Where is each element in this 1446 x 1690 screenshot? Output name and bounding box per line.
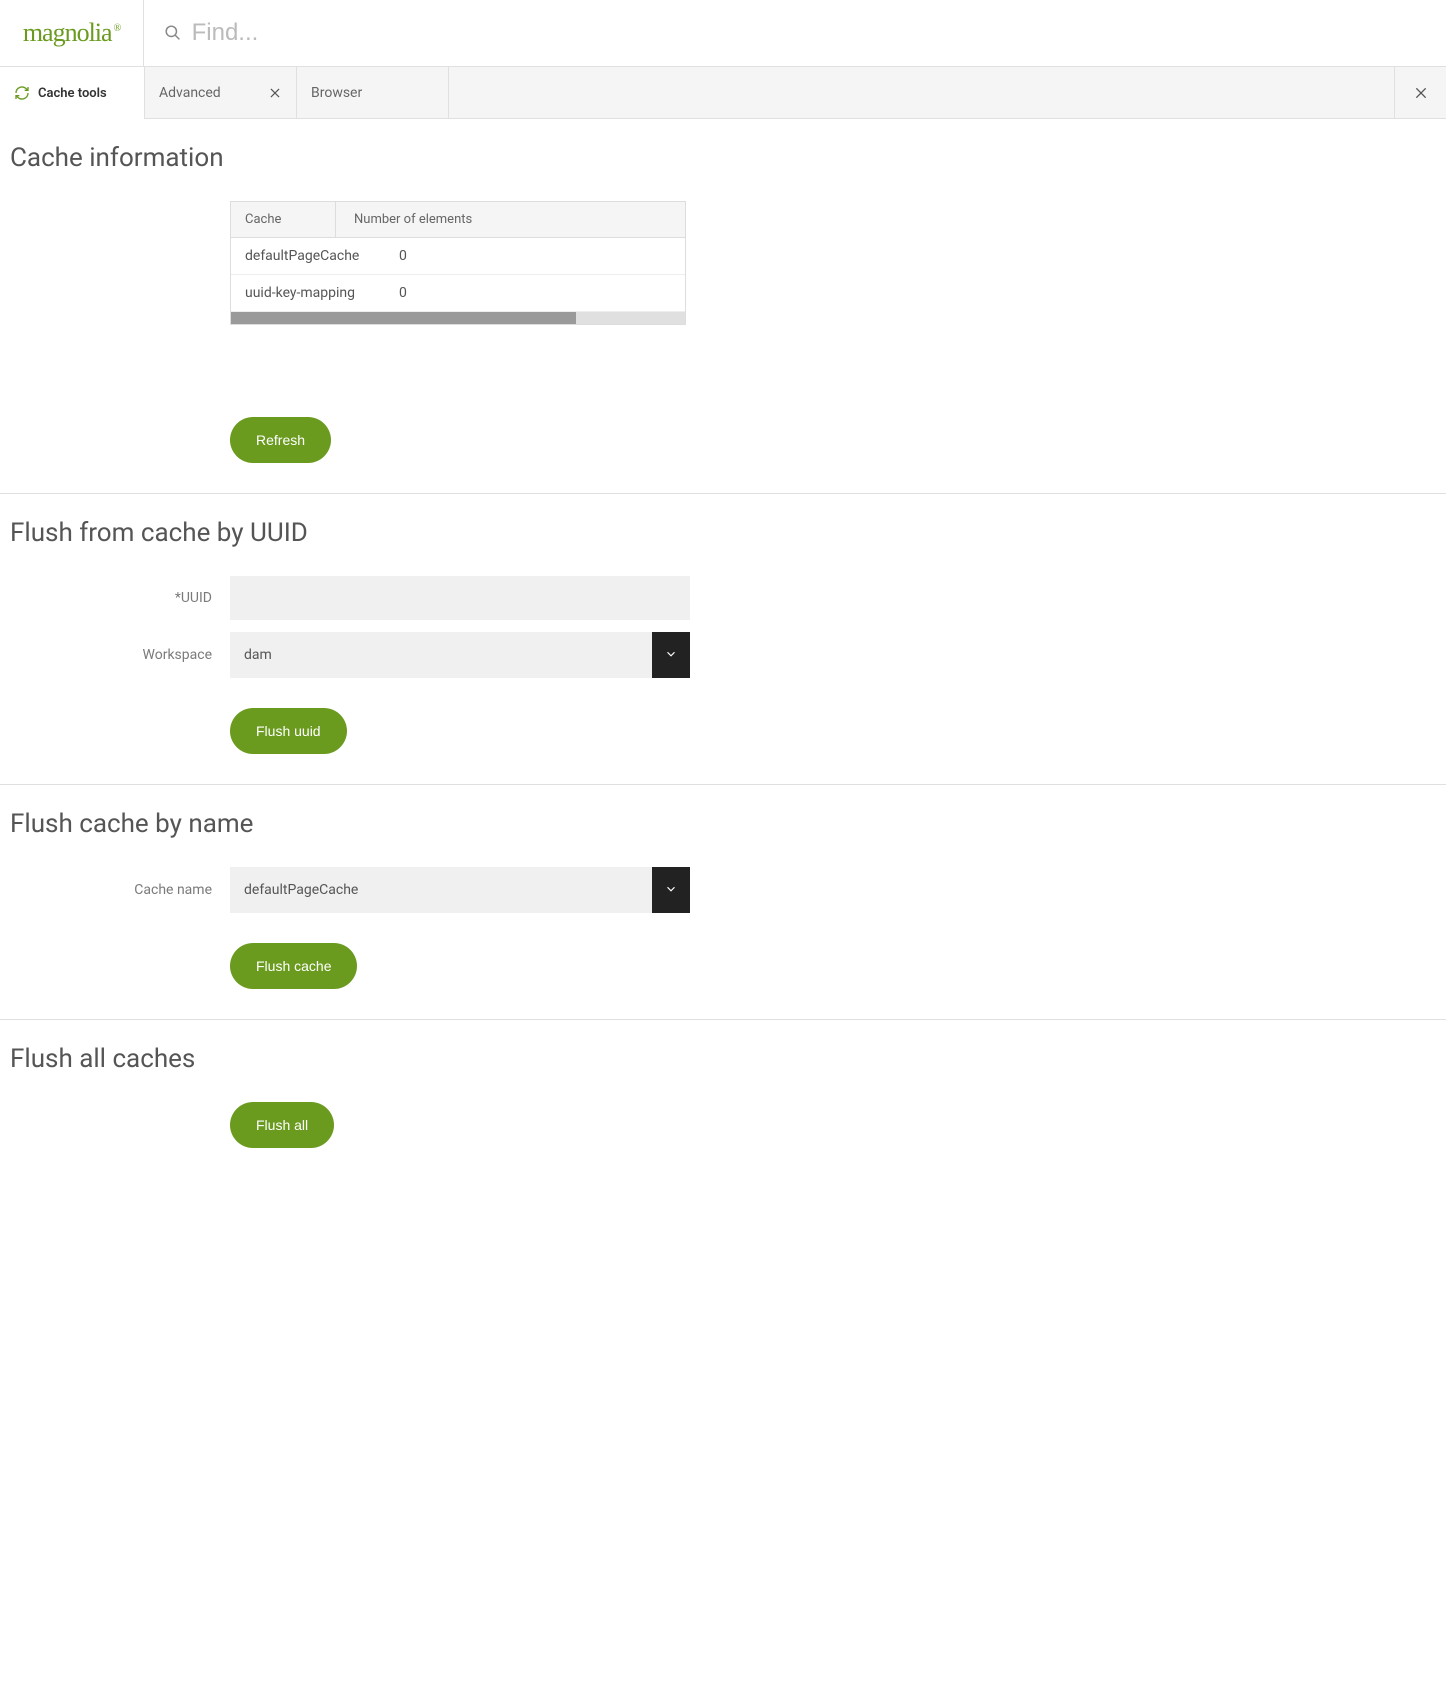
main-tab-label: Cache tools (38, 86, 107, 101)
section-title: Flush all caches (10, 1044, 1436, 1074)
close-icon (1413, 85, 1429, 101)
cell-cache-name: uuid-key-mapping (231, 275, 381, 311)
tab-browser-label: Browser (311, 85, 362, 101)
subtabs: Advanced Browser (144, 67, 1446, 119)
table-row[interactable]: defaultPageCache 0 (231, 238, 685, 275)
workspace-value: dam (230, 632, 652, 678)
close-icon[interactable] (268, 86, 282, 100)
th-count: Number of elements (336, 202, 685, 237)
tab-advanced[interactable]: Advanced (145, 67, 297, 118)
table-scrollbar[interactable] (231, 312, 685, 324)
workspace-label: Workspace (22, 647, 230, 663)
cache-name-label: Cache name (22, 882, 230, 898)
refresh-button[interactable]: Refresh (230, 417, 331, 463)
section-cache-information: Cache information Cache Number of elemen… (0, 119, 1446, 494)
chevron-down-icon (664, 881, 678, 900)
uuid-input[interactable] (230, 576, 690, 620)
registered-mark: ® (114, 23, 121, 34)
header: magnolia® (0, 0, 1446, 67)
subtabs-spacer (449, 67, 1394, 118)
uuid-label: *UUID (22, 590, 230, 606)
section-flush-name: Flush cache by name Cache name defaultPa… (0, 785, 1446, 1020)
refresh-cycle-icon (14, 85, 30, 101)
chevron-down-icon (664, 646, 678, 665)
section-title: Flush from cache by UUID (10, 518, 1436, 548)
cache-info-table: Cache Number of elements defaultPageCach… (230, 201, 686, 325)
flush-all-button[interactable]: Flush all (230, 1102, 334, 1148)
workspace-dropdown-button[interactable] (652, 632, 690, 678)
flush-cache-button[interactable]: Flush cache (230, 943, 357, 989)
cache-name-dropdown-button[interactable] (652, 867, 690, 913)
scrollbar-thumb[interactable] (231, 312, 576, 324)
workspace-select[interactable]: dam (230, 632, 690, 678)
cell-cache-count: 0 (381, 238, 685, 274)
cell-cache-count: 0 (381, 275, 685, 311)
section-flush-all: Flush all caches Flush all (0, 1020, 1446, 1178)
cache-name-select[interactable]: defaultPageCache (230, 867, 690, 913)
logo[interactable]: magnolia® (23, 18, 120, 48)
table-row[interactable]: uuid-key-mapping 0 (231, 275, 685, 312)
search-input[interactable] (192, 19, 1426, 47)
search-wrap (144, 0, 1446, 66)
main-tab-cache-tools[interactable]: Cache tools (0, 67, 144, 119)
close-all-tabs[interactable] (1394, 67, 1446, 118)
table-header: Cache Number of elements (231, 202, 685, 238)
cache-name-value: defaultPageCache (230, 867, 652, 913)
logo-wrap: magnolia® (0, 0, 144, 66)
flush-uuid-button[interactable]: Flush uuid (230, 708, 347, 754)
tab-advanced-label: Advanced (159, 85, 221, 101)
tabs-row: Cache tools Advanced Browser (0, 67, 1446, 119)
logo-text: magnolia (23, 18, 112, 47)
section-title: Flush cache by name (10, 809, 1436, 839)
section-title: Cache information (10, 143, 1436, 173)
search-icon (164, 24, 182, 42)
section-flush-uuid: Flush from cache by UUID *UUID Workspace… (0, 494, 1446, 785)
tab-browser[interactable]: Browser (297, 67, 449, 118)
th-cache: Cache (231, 202, 336, 237)
cell-cache-name: defaultPageCache (231, 238, 381, 274)
